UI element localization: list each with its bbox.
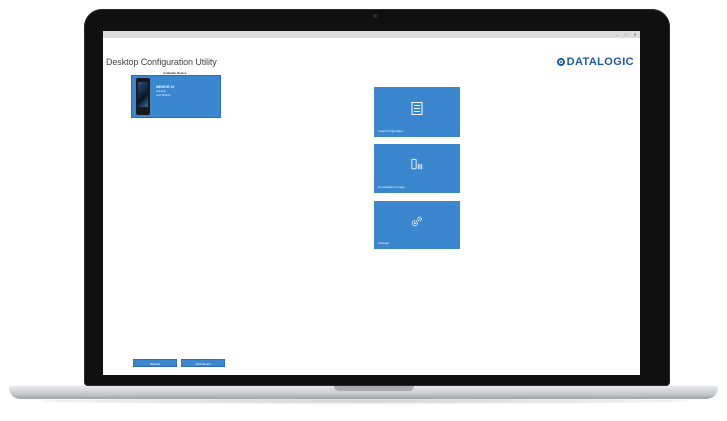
tile-load-configuration[interactable]: Load Configuration (374, 87, 460, 137)
laptop-lid: – □ ✕ Desktop Configuration Utility DATA… (84, 9, 670, 386)
device-card[interactable]: MEMOR 10 unknown Imei 354978... (131, 75, 221, 118)
device-id: Imei 354978... (156, 94, 172, 97)
app-window: – □ ✕ Desktop Configuration Utility DATA… (103, 31, 640, 375)
lid-notch (334, 386, 414, 391)
tile-settings[interactable]: Settings (374, 201, 460, 249)
laptop-base (9, 386, 718, 399)
tile-label: Load Configuration (378, 129, 404, 133)
close-button[interactable]: ✕ (632, 32, 638, 37)
window-controls: – □ ✕ (614, 31, 638, 38)
tile-label: Consolidated Image (378, 185, 405, 189)
device-barcode-icon (411, 158, 423, 170)
mobile-device-icon (136, 78, 150, 115)
gears-icon (411, 215, 423, 227)
device-info: MEMOR 10 unknown Imei 354978... (156, 85, 174, 98)
brand-logo: DATALOGIC (556, 56, 634, 68)
add-device-button[interactable]: Add Device (181, 359, 225, 367)
tile-consolidated-image[interactable]: Consolidated Image (374, 144, 460, 193)
app-title: Desktop Configuration Utility (106, 57, 217, 67)
datalogic-mark-icon (556, 58, 565, 66)
window-titlebar: – □ ✕ (103, 31, 640, 38)
document-list-icon (411, 101, 423, 115)
maximize-button[interactable]: □ (623, 32, 629, 37)
webcam (373, 14, 377, 18)
tile-label: Settings (378, 241, 389, 245)
brand-logo-text: DATALOGIC (566, 56, 634, 68)
minimize-button[interactable]: – (614, 32, 620, 37)
refresh-button[interactable]: Refresh (133, 359, 177, 367)
